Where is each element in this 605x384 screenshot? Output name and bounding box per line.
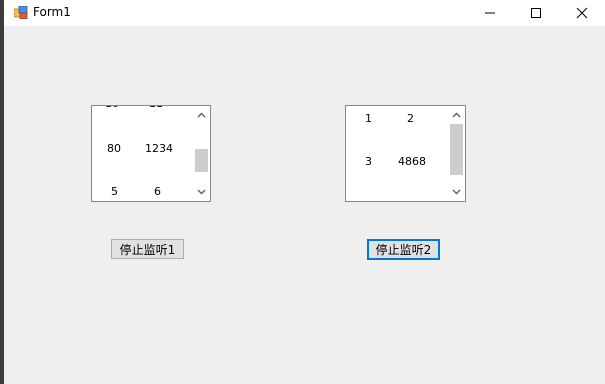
list-item[interactable]: 80 xyxy=(107,142,121,155)
close-icon xyxy=(576,7,588,19)
list-item: 11 xyxy=(149,106,163,110)
minimize-icon xyxy=(485,12,495,14)
window-title: Form1 xyxy=(33,5,71,19)
form-client-area: 10 11 80 1234 5 6 1 2 3 xyxy=(4,26,605,384)
maximize-icon xyxy=(531,8,541,18)
list-item: 10 xyxy=(105,106,119,110)
scroll-up-arrow[interactable] xyxy=(193,106,210,123)
listbox-1-scrollbar[interactable] xyxy=(193,106,210,200)
minimize-button[interactable] xyxy=(467,0,513,26)
list-item[interactable]: 2 xyxy=(407,112,414,125)
listbox-2-content: 1 2 3 4868 xyxy=(346,106,446,200)
chevron-down-icon xyxy=(452,189,461,194)
chevron-up-icon xyxy=(452,112,461,117)
scroll-up-arrow[interactable] xyxy=(448,106,465,123)
stop-listen-1-label: 停止监听1 xyxy=(119,242,176,257)
list-item[interactable]: 4868 xyxy=(398,155,426,168)
list-item[interactable]: 3 xyxy=(365,155,372,168)
listbox-2-scrollbar[interactable] xyxy=(448,106,465,200)
maximize-button[interactable] xyxy=(513,0,559,26)
scroll-down-arrow[interactable] xyxy=(193,183,210,200)
stop-listen-2-label: 停止监听2 xyxy=(375,243,432,257)
form-window: Form1 10 11 80 1234 5 6 xyxy=(4,0,605,384)
chevron-up-icon xyxy=(197,112,206,117)
scroll-thumb[interactable] xyxy=(450,124,463,175)
list-item[interactable]: 5 xyxy=(111,185,118,198)
stop-listen-1-button[interactable]: 停止监听1 xyxy=(111,239,184,259)
listbox-1-content: 10 11 80 1234 5 6 xyxy=(92,106,192,200)
list-item[interactable]: 6 xyxy=(154,185,161,198)
close-button[interactable] xyxy=(559,0,605,26)
title-bar[interactable]: Form1 xyxy=(4,0,605,26)
scroll-thumb[interactable] xyxy=(195,149,208,172)
chevron-down-icon xyxy=(197,189,206,194)
list-item[interactable]: 1 xyxy=(365,112,372,125)
stop-listen-2-button[interactable]: 停止监听2 xyxy=(367,239,440,260)
listbox-1[interactable]: 10 11 80 1234 5 6 xyxy=(91,105,211,202)
list-item[interactable]: 1234 xyxy=(145,142,173,155)
listbox-2[interactable]: 1 2 3 4868 xyxy=(345,105,466,202)
app-icon xyxy=(14,6,28,19)
scroll-down-arrow[interactable] xyxy=(448,183,465,200)
